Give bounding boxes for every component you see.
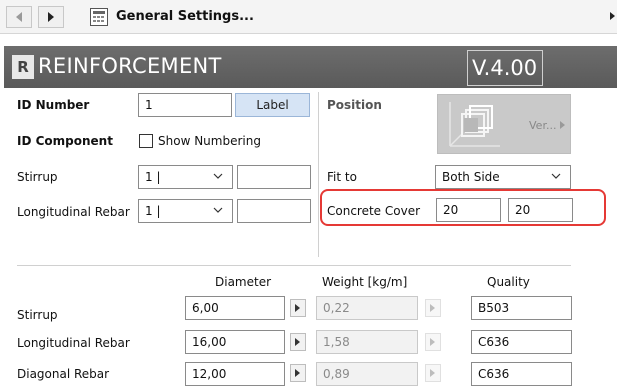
stirrup-select[interactable]: 1 | bbox=[138, 165, 233, 189]
id-number-label: ID Number bbox=[17, 98, 90, 112]
back-button[interactable] bbox=[6, 6, 32, 28]
fit-to-label: Fit to bbox=[327, 170, 357, 184]
diagonal-weight-field: 0,89 bbox=[316, 362, 418, 386]
longitudinal-diameter-button[interactable] bbox=[290, 333, 306, 351]
settings-grid-icon[interactable] bbox=[90, 8, 108, 26]
brand-title: REINFORCEMENT bbox=[38, 54, 222, 78]
column-header-weight: Weight [kg/m] bbox=[322, 275, 408, 289]
concrete-cover-highlight bbox=[320, 189, 606, 226]
id-number-input[interactable]: 1 bbox=[138, 93, 232, 117]
play-icon bbox=[430, 304, 435, 312]
label-button[interactable]: Label bbox=[235, 93, 310, 117]
play-icon bbox=[295, 369, 300, 377]
longitudinal-quality-input[interactable]: C636 bbox=[471, 330, 572, 354]
id-component-label: ID Component bbox=[17, 134, 113, 148]
stirrup-diameter-button[interactable] bbox=[290, 299, 306, 317]
rebar-preview-icon bbox=[449, 102, 500, 147]
column-header-quality: Quality bbox=[487, 275, 530, 289]
row-longitudinal-label: Longitudinal Rebar bbox=[17, 336, 130, 350]
play-icon bbox=[430, 369, 435, 377]
play-icon bbox=[295, 338, 300, 346]
show-numbering-checkbox[interactable] bbox=[139, 134, 153, 148]
longitudinal-rebar-label: Longitudinal Rebar bbox=[17, 205, 130, 219]
back-arrow-icon bbox=[16, 12, 22, 22]
longitudinal-rebar-select[interactable]: 1 | bbox=[138, 199, 233, 223]
stirrup-extra-input[interactable] bbox=[237, 165, 311, 189]
longitudinal-weight-button bbox=[425, 333, 441, 351]
overflow-arrow-icon[interactable] bbox=[609, 11, 617, 21]
play-icon bbox=[430, 338, 435, 346]
chevron-down-icon bbox=[551, 173, 561, 179]
longitudinal-diameter-input[interactable]: 16,00 bbox=[185, 330, 285, 354]
diagonal-weight-button bbox=[425, 364, 441, 382]
diagonal-quality-input[interactable]: C636 bbox=[471, 362, 572, 386]
longitudinal-weight-field: 1,58 bbox=[316, 330, 418, 354]
stirrup-label: Stirrup bbox=[17, 170, 58, 184]
general-settings-link[interactable]: General Settings... bbox=[116, 9, 254, 24]
fit-to-select[interactable]: Both Side bbox=[435, 165, 571, 189]
chevron-down-icon bbox=[213, 207, 223, 213]
stirrup-quality-input[interactable]: B503 bbox=[471, 296, 572, 320]
stirrup-diameter-input[interactable]: 6,00 bbox=[185, 296, 285, 320]
play-icon bbox=[295, 304, 300, 312]
fit-to-value: Both Side bbox=[442, 170, 500, 184]
stirrup-select-value: 1 | bbox=[145, 170, 161, 184]
longitudinal-extra-input[interactable] bbox=[237, 199, 311, 223]
preview-button-label: Ver... bbox=[529, 119, 566, 132]
panel-divider bbox=[318, 92, 319, 257]
stirrup-weight-field: 0,22 bbox=[316, 296, 418, 320]
version-badge: V.4.00 bbox=[467, 50, 543, 86]
section-divider bbox=[17, 265, 571, 266]
play-icon bbox=[559, 121, 565, 129]
forward-arrow-icon bbox=[48, 12, 54, 22]
show-numbering-label: Show Numbering bbox=[158, 134, 261, 148]
stirrup-weight-button bbox=[425, 299, 441, 317]
row-stirrup-label: Stirrup bbox=[17, 308, 58, 322]
row-diagonal-label: Diagonal Rebar bbox=[17, 367, 110, 381]
forward-button[interactable] bbox=[38, 6, 64, 28]
brand-logo: R bbox=[12, 55, 34, 79]
chevron-down-icon bbox=[213, 173, 223, 179]
diagonal-diameter-input[interactable]: 12,00 bbox=[185, 362, 285, 386]
position-label: Position bbox=[327, 98, 382, 112]
preview-button-text: Ver... bbox=[529, 119, 557, 132]
longitudinal-select-value: 1 | bbox=[145, 204, 161, 218]
column-header-diameter: Diameter bbox=[215, 275, 272, 289]
diagonal-diameter-button[interactable] bbox=[290, 364, 306, 382]
